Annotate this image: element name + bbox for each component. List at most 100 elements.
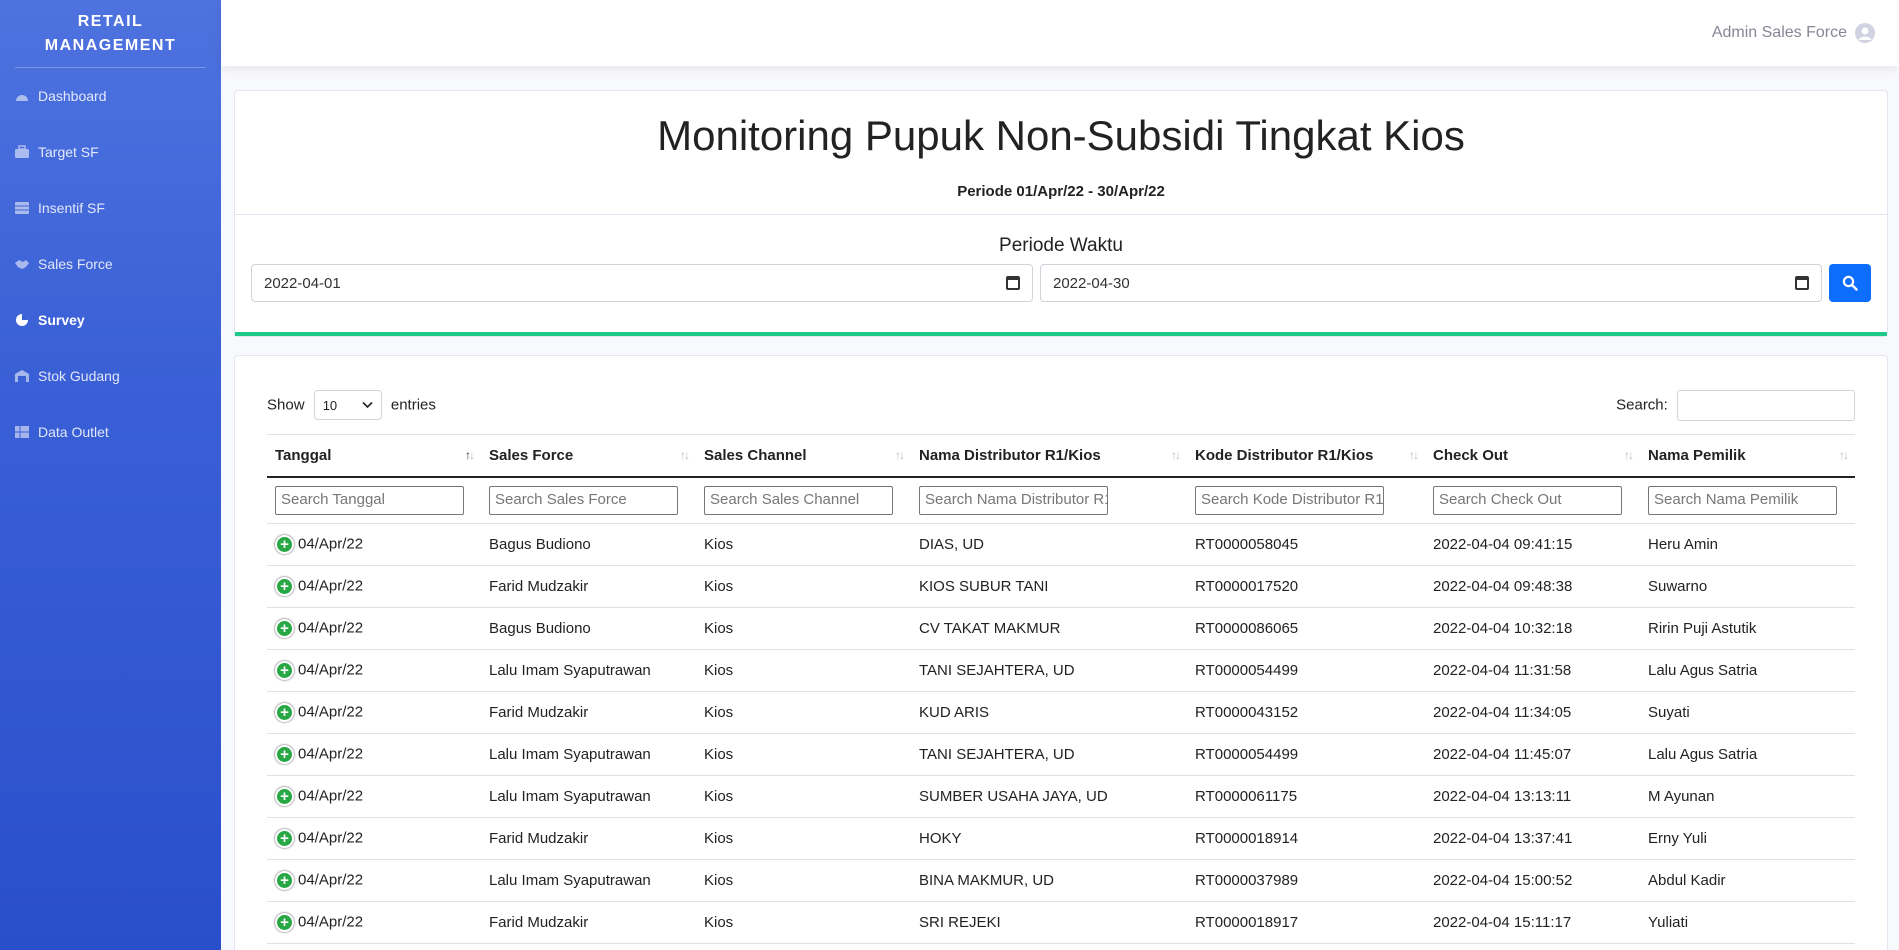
table-body: +04/Apr/22 Bagus Budiono Kios DIAS, UD RT000… — [267, 523, 1855, 944]
calendar-icon[interactable] — [1006, 276, 1020, 290]
column-header[interactable]: Kode Distributor R1/Kios ↑↓ — [1187, 434, 1425, 478]
sort-icon[interactable]: ↑↓ — [1171, 448, 1181, 462]
table-cell: RT0000054499 — [1187, 733, 1425, 776]
table-cell: Lalu Imam Syaputrawan — [481, 733, 696, 776]
date-filter: Periode Waktu 2022-04-01 2022-04-30 — [235, 215, 1887, 336]
entries-label: entries — [390, 396, 436, 414]
sidebar-item-dashboard[interactable]: Dashboard — [0, 68, 221, 124]
table-row[interactable]: +04/Apr/22 Farid Mudzakir Kios KIOS SUBUR T… — [267, 565, 1855, 608]
table-cell: 2022-04-04 11:34:05 — [1425, 691, 1640, 734]
expand-row-icon[interactable]: + — [275, 703, 294, 722]
cell-value: 04/Apr/22 — [298, 661, 364, 679]
cell-value: Farid Mudzakir — [489, 578, 589, 595]
table-cell: 2022-04-04 09:48:38 — [1425, 565, 1640, 608]
column-header[interactable]: Nama Pemilik ↑↓ — [1640, 434, 1855, 478]
column-header[interactable]: Tanggal ↑↓ — [267, 434, 481, 478]
sidebar-item-data-outlet[interactable]: Data Outlet — [0, 404, 221, 460]
cell-value: 04/Apr/22 — [298, 619, 364, 637]
table-row[interactable]: +04/Apr/22 Lalu Imam Syaputrawan Kios TANI … — [267, 649, 1855, 692]
column-search-input[interactable]: Search Tanggal — [275, 485, 464, 515]
cell-value: RT0000037989 — [1195, 872, 1299, 889]
sidebar-item-stok-gudang[interactable]: Stok Gudang — [0, 348, 221, 404]
sort-icon[interactable]: ↑↓ — [895, 448, 905, 462]
sort-icon[interactable]: ↑↓ — [465, 448, 475, 462]
expand-row-icon[interactable]: + — [275, 913, 294, 932]
sidebar-item-label: Sales Force — [38, 256, 113, 272]
column-search-input[interactable]: Search Check Out — [1433, 485, 1622, 515]
brand-line1: RETAIL — [77, 12, 144, 30]
cell-value: Kios — [704, 830, 734, 847]
table-row[interactable]: +04/Apr/22 Lalu Imam Syaputrawan Kios SUMBE… — [267, 775, 1855, 818]
sidebar-item-sales-force[interactable]: Sales Force — [0, 236, 221, 292]
sidebar-item-label: Stok Gudang — [38, 368, 120, 384]
column-search-input[interactable]: Search Kode Distributor R1/Kios — [1195, 485, 1384, 515]
sidebar: RETAIL MANAGEMENT Dashboard Target SF Inse… — [0, 0, 221, 950]
sort-icon[interactable]: ↑↓ — [1624, 448, 1634, 462]
sort-icon[interactable]: ↑↓ — [1839, 448, 1849, 462]
cell-value: Yuliati — [1648, 914, 1689, 931]
calendar-icon[interactable] — [1795, 276, 1809, 290]
table-row[interactable]: +04/Apr/22 Farid Mudzakir Kios SRI REJEKI RT… — [267, 901, 1855, 944]
column-search-input[interactable]: Search Nama Pemilik — [1648, 485, 1837, 515]
table-cell: +04/Apr/22 — [267, 607, 481, 650]
end-date-value: 2022-04-30 — [1053, 274, 1130, 292]
cell-value: Heru Amin — [1648, 536, 1719, 553]
table-row[interactable]: +04/Apr/22 Bagus Budiono Kios DIAS, UD RT000… — [267, 523, 1855, 566]
entries-select[interactable]: 10 — [313, 390, 382, 420]
global-search-input[interactable] — [1677, 389, 1855, 421]
sidebar-item-insentif-sf[interactable]: Insentif SF — [0, 180, 221, 236]
table-cell: TANI SEJAHTERA, UD — [911, 649, 1187, 692]
table-cell: 2022-04-04 11:31:58 — [1425, 649, 1640, 692]
user-menu[interactable]: Admin Sales Force — [1712, 23, 1875, 43]
end-date-input[interactable]: 2022-04-30 — [1040, 264, 1822, 302]
column-header-label: Nama Distributor R1/Kios — [919, 446, 1101, 464]
warehouse-icon — [14, 369, 30, 383]
table-row[interactable]: +04/Apr/22 Bagus Budiono Kios CV TAKAT MAKM… — [267, 607, 1855, 650]
column-search-input[interactable]: Search Nama Distributor R1/Kios — [919, 485, 1108, 515]
cell-value: Kios — [704, 914, 734, 931]
cell-value: 2022-04-04 09:48:38 — [1433, 578, 1573, 595]
cell-value: Farid Mudzakir — [489, 914, 589, 931]
cell-value: KUD ARIS — [919, 704, 990, 721]
expand-row-icon[interactable]: + — [275, 871, 294, 890]
expand-row-icon[interactable]: + — [275, 535, 294, 554]
sidebar-item-survey[interactable]: Survey — [0, 292, 221, 348]
expand-row-icon[interactable]: + — [275, 745, 294, 764]
expand-row-icon[interactable]: + — [275, 829, 294, 848]
table-cell: +04/Apr/22 — [267, 565, 481, 608]
filter-label: Periode Waktu — [999, 235, 1123, 256]
column-header[interactable]: Nama Distributor R1/Kios ↑↓ — [911, 434, 1187, 478]
expand-row-icon[interactable]: + — [275, 787, 294, 806]
column-header[interactable]: Check Out ↑↓ — [1425, 434, 1640, 478]
expand-row-icon[interactable]: + — [275, 577, 294, 596]
table-row[interactable]: +04/Apr/22 Lalu Imam Syaputrawan Kios TANI … — [267, 733, 1855, 776]
table-row[interactable]: +04/Apr/22 Lalu Imam Syaputrawan Kios BINA … — [267, 859, 1855, 902]
search-button[interactable] — [1829, 264, 1871, 302]
expand-row-icon[interactable]: + — [275, 619, 294, 638]
column-search-input[interactable]: Search Sales Channel — [704, 485, 893, 515]
cell-value: 2022-04-04 11:34:05 — [1433, 704, 1572, 721]
table-cell: 2022-04-04 13:13:11 — [1425, 775, 1640, 818]
start-date-input[interactable]: 2022-04-01 — [251, 264, 1033, 302]
cell-value: RT0000058045 — [1195, 536, 1299, 553]
table-cell: RT0000043152 — [1187, 691, 1425, 734]
column-header[interactable]: Sales Force ↑↓ — [481, 434, 696, 478]
sort-icon[interactable]: ↑↓ — [680, 448, 690, 462]
table-row[interactable]: +04/Apr/22 Farid Mudzakir Kios HOKY RT000001… — [267, 817, 1855, 860]
table-row[interactable]: +04/Apr/22 Farid Mudzakir Kios KUD ARIS RT00… — [267, 691, 1855, 734]
brand-logo[interactable]: RETAIL MANAGEMENT — [0, 0, 221, 67]
sidebar-item-target-sf[interactable]: Target SF — [0, 124, 221, 180]
table-cell: 2022-04-04 11:45:07 — [1425, 733, 1640, 776]
cell-value: DIAS, UD — [919, 536, 985, 553]
cell-value: RT0000054499 — [1195, 662, 1299, 679]
sort-icon[interactable]: ↑↓ — [1409, 448, 1419, 462]
column-search-input[interactable]: Search Sales Force — [489, 485, 678, 515]
cell-value: TANI SEJAHTERA, UD — [919, 746, 1075, 763]
cell-value: 2022-04-04 15:11:17 — [1433, 914, 1572, 931]
column-header-label: Tanggal — [275, 446, 332, 464]
expand-row-icon[interactable]: + — [275, 661, 294, 680]
column-header[interactable]: Sales Channel ↑↓ — [696, 434, 911, 478]
sidebar-item-label: Target SF — [38, 144, 99, 160]
column-header-label: Nama Pemilik — [1648, 446, 1746, 464]
user-avatar-icon[interactable] — [1855, 23, 1875, 43]
